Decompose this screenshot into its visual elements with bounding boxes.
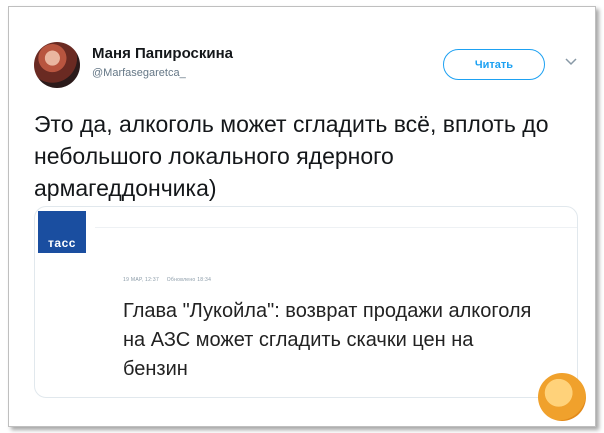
card-divider [95,227,577,228]
avatar[interactable] [34,42,80,88]
link-card[interactable]: тасс 19 МАР, 12:37 Обновлено 18:34 Глава… [34,206,578,398]
author-handle[interactable]: @Marfasegaretca_ [92,67,186,79]
article-meta: 19 МАР, 12:37 Обновлено 18:34 [123,277,217,283]
chevron-down-icon[interactable] [564,57,578,67]
follow-button[interactable]: Читать [443,49,545,80]
tass-logo: тасс [38,211,86,253]
tweet-text: Это да, алкоголь может сгладить всё, впл… [34,111,549,201]
article-headline: Глава "Лукойла": возврат продажи алкогол… [123,300,532,380]
article-date: 19 МАР, 12:37 [123,277,160,283]
article-updated: Обновлено 18:34 [166,277,212,283]
author-name[interactable]: Маня Папироскина [92,45,233,62]
